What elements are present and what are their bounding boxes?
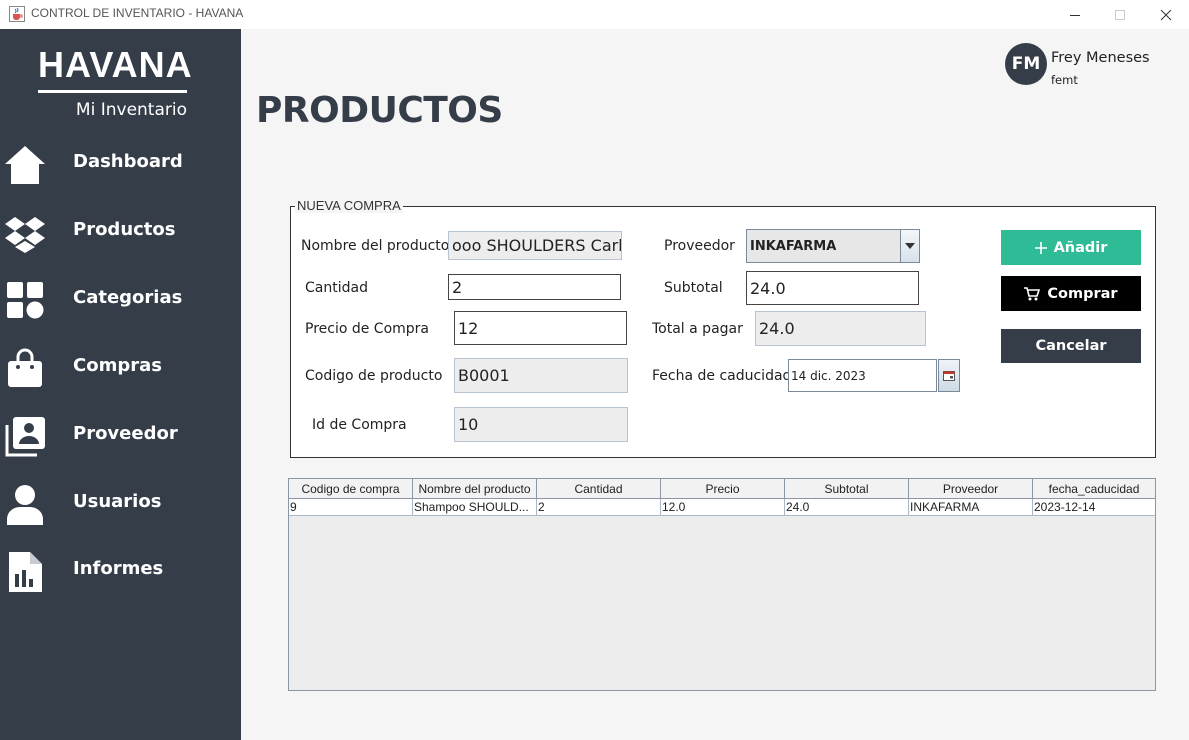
purchases-table: Codigo de compra Nombre del producto Can…: [288, 478, 1156, 691]
purchase-id-label: Id de Compra: [312, 417, 407, 433]
subtotal-field[interactable]: 24.0: [746, 271, 919, 305]
sidebar-item-dashboard[interactable]: Dashboard: [0, 135, 241, 191]
contacts-icon: [4, 415, 46, 457]
main-content: FM Frey Meneses femt PRODUCTOS NUEVA COM…: [241, 29, 1189, 740]
close-icon: [1160, 9, 1172, 20]
column-header[interactable]: Codigo de compra: [289, 479, 413, 499]
table-row[interactable]: 9 Shampoo SHOULD... 2 12.0 24.0 INKAFARM…: [289, 499, 1155, 516]
user-name: Frey Meneses: [1051, 50, 1150, 66]
home-icon: [4, 143, 46, 185]
calendar-icon: [943, 370, 955, 381]
sidebar-item-label: Compras: [73, 355, 162, 376]
sidebar-item-usuarios[interactable]: Usuarios: [0, 475, 241, 531]
purchase-price-value: 12: [458, 318, 479, 338]
avatar: FM: [1005, 43, 1047, 85]
product-code-label: Codigo de producto: [305, 368, 443, 384]
column-header[interactable]: Nombre del producto: [413, 479, 537, 499]
grid-icon: [4, 279, 46, 321]
table-cell: INKAFARMA: [909, 499, 1033, 516]
supplier-label: Proveedor: [664, 238, 735, 254]
purchase-price-field[interactable]: 12: [454, 311, 627, 345]
sidebar-item-productos[interactable]: Productos: [0, 203, 241, 259]
supplier-select[interactable]: INKAFARMA: [746, 229, 920, 263]
quantity-field[interactable]: 2: [448, 274, 621, 300]
sidebar-item-label: Categorias: [73, 287, 183, 308]
column-header[interactable]: Subtotal: [785, 479, 909, 499]
column-header[interactable]: Proveedor: [909, 479, 1033, 499]
minimize-icon: [1070, 14, 1080, 16]
column-header[interactable]: Precio: [661, 479, 785, 499]
supplier-selected-value: INKAFARMA: [750, 238, 837, 254]
column-header[interactable]: Cantidad: [537, 479, 661, 499]
sidebar-item-informes[interactable]: Informes: [0, 542, 241, 598]
product-name-field[interactable]: ooo SHOULDERS Carbón: [448, 231, 622, 260]
plus-icon: [1034, 241, 1047, 254]
expiry-date-value: 14 dic. 2023: [791, 368, 866, 383]
expiry-date-field[interactable]: 14 dic. 2023: [788, 359, 937, 392]
buy-button[interactable]: Comprar: [1001, 276, 1141, 311]
add-button-label: Añadir: [1053, 239, 1108, 256]
java-cup-icon: [9, 6, 25, 22]
chevron-down-icon[interactable]: [900, 230, 919, 262]
window-title-bar: CONTROL DE INVENTARIO - HAVANA: [0, 0, 1189, 29]
panel-legend: NUEVA COMPRA: [295, 198, 403, 213]
page-title: PRODUCTOS: [256, 90, 503, 131]
report-icon: [4, 550, 46, 592]
shopping-bag-icon: [4, 347, 46, 389]
user-login: femt: [1051, 73, 1078, 87]
subtotal-value: 24.0: [750, 278, 786, 298]
sidebar-item-proveedor[interactable]: Proveedor: [0, 407, 241, 463]
product-code-value: B0001: [458, 366, 510, 385]
purchase-id-value: 10: [458, 415, 479, 434]
window-title: CONTROL DE INVENTARIO - HAVANA: [31, 6, 244, 20]
table-cell: 9: [289, 499, 413, 516]
user-icon: [4, 483, 46, 525]
table-header: Codigo de compra Nombre del producto Can…: [289, 479, 1155, 499]
cart-icon: [1024, 286, 1041, 300]
sidebar-item-label: Proveedor: [73, 423, 178, 444]
sidebar-item-compras[interactable]: Compras: [0, 339, 241, 395]
product-name-label: Nombre del producto: [301, 238, 450, 254]
column-header[interactable]: fecha_caducidad: [1033, 479, 1155, 499]
subtotal-label: Subtotal: [664, 280, 723, 296]
product-name-value: ooo SHOULDERS Carbón: [452, 236, 621, 255]
maximize-icon: [1115, 9, 1125, 20]
table-cell: 2023-12-14: [1033, 499, 1155, 516]
sidebar-item-label: Productos: [73, 219, 176, 240]
total-field[interactable]: 24.0: [755, 311, 926, 346]
table-cell: 2: [537, 499, 661, 516]
expiry-date-label: Fecha de caducidad: [652, 368, 792, 384]
quantity-label: Cantidad: [305, 280, 368, 296]
add-button[interactable]: Añadir: [1001, 230, 1141, 265]
brand-underline: [38, 90, 187, 93]
sidebar: HAVANA Mi Inventario Dashboard Productos: [0, 29, 241, 740]
buy-button-label: Comprar: [1047, 285, 1118, 302]
quantity-value: 2: [452, 277, 463, 297]
total-value: 24.0: [759, 319, 795, 338]
dropbox-icon: [4, 211, 46, 253]
purchase-id-field[interactable]: 10: [454, 407, 628, 442]
table-cell: Shampoo SHOULD...: [413, 499, 537, 516]
sidebar-item-label: Dashboard: [73, 151, 183, 172]
brand-logo-text: HAVANA: [38, 44, 193, 85]
product-code-field[interactable]: B0001: [454, 358, 628, 393]
calendar-button[interactable]: [938, 359, 960, 392]
cancel-button-label: Cancelar: [1035, 338, 1107, 354]
new-purchase-panel: NUEVA COMPRA Nombre del producto ooo SHO…: [290, 198, 1156, 458]
purchase-price-label: Precio de Compra: [305, 321, 430, 337]
minimize-button[interactable]: [1052, 0, 1098, 29]
table-cell: 12.0: [661, 499, 785, 516]
brand-subtitle: Mi Inventario: [75, 100, 187, 120]
close-button[interactable]: [1143, 0, 1189, 29]
sidebar-item-categorias[interactable]: Categorias: [0, 271, 241, 327]
cancel-button[interactable]: Cancelar: [1001, 329, 1141, 363]
maximize-button: [1097, 0, 1143, 29]
sidebar-item-label: Informes: [73, 558, 164, 579]
sidebar-item-label: Usuarios: [73, 491, 162, 512]
total-label: Total a pagar: [652, 321, 743, 337]
table-cell: 24.0: [785, 499, 909, 516]
